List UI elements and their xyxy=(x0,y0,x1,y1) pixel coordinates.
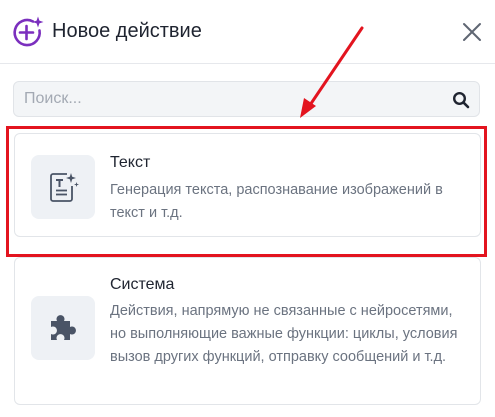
card-description: Действия, напрямую не связанные с нейрос… xyxy=(110,303,458,365)
dialog-header: Новое действие xyxy=(0,0,495,63)
puzzle-icon xyxy=(51,315,76,340)
header-divider xyxy=(0,63,495,64)
text-sparkle-icon xyxy=(50,173,79,202)
dialog-title: Новое действие xyxy=(52,20,202,42)
card-title: Система xyxy=(110,276,175,293)
search-field[interactable] xyxy=(13,81,480,117)
card-icon-box xyxy=(31,296,95,360)
search-input[interactable] xyxy=(24,82,444,116)
search-icon[interactable] xyxy=(452,91,470,109)
action-card-text[interactable]: Текст Генерация текста, распознавание из… xyxy=(14,133,481,237)
action-card-system[interactable]: Система Действия, напрямую не связанные … xyxy=(14,257,481,405)
card-title: Текст xyxy=(110,154,151,171)
close-icon[interactable] xyxy=(460,20,484,44)
plus-sparkle-icon xyxy=(13,16,44,47)
card-icon-box xyxy=(31,155,95,219)
card-description: Генерация текста, распознавание изображе… xyxy=(110,182,443,221)
